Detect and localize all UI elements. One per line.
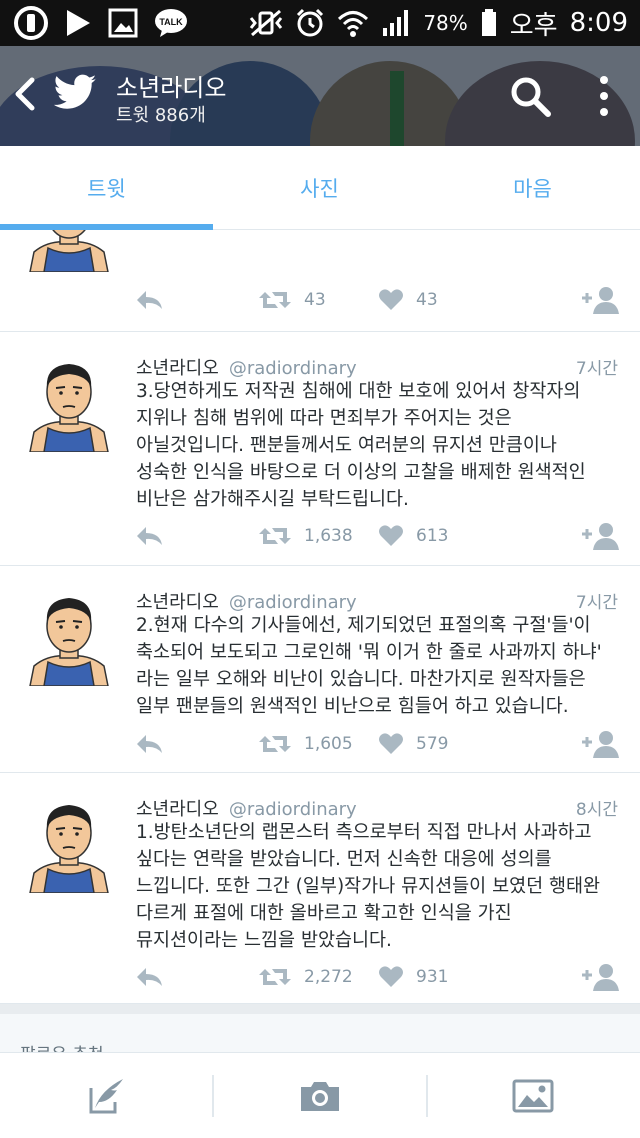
tweet-item[interactable]: 43 43 — [0, 230, 640, 332]
retweet-button[interactable]: 43 — [258, 280, 326, 320]
tweet-actions: 1,605 579 — [0, 724, 640, 764]
more-options-icon[interactable] — [594, 74, 614, 118]
alarm-icon — [297, 8, 324, 37]
like-button[interactable]: 43 — [378, 280, 438, 320]
retweet-icon — [259, 969, 291, 985]
compose-tweet-icon — [89, 1079, 123, 1114]
tweet-author-handle[interactable]: @radiordinary — [229, 358, 357, 379]
retweet-count: 1,638 — [304, 526, 353, 546]
avatar[interactable] — [20, 795, 118, 893]
add-user-icon — [582, 523, 619, 550]
tweet-actions: 1,638 613 — [0, 516, 640, 556]
profile-name: 소년라디오 — [116, 74, 227, 102]
signal-icon — [383, 10, 409, 36]
tweet-feed[interactable]: 43 43 소년라디오 @radiordinary 7시간 3.당연하게도 저작… — [0, 230, 640, 1052]
heart-icon — [379, 966, 403, 987]
u-plus-icon — [14, 6, 48, 40]
bottom-action-bar — [0, 1052, 640, 1138]
tweet-item[interactable]: 소년라디오 @radiordinary 7시간 2.현재 다수의 기사들에선, 제… — [0, 566, 640, 773]
retweet-icon — [259, 528, 291, 544]
like-count: 43 — [416, 290, 438, 310]
search-icon[interactable] — [508, 74, 552, 118]
profile-header: 소년라디오 트윗 886개 — [0, 46, 640, 146]
status-bar: TALK 78% 오후 8:09 — [0, 0, 640, 46]
battery-percent: 78% — [423, 11, 468, 35]
camera-icon — [300, 1082, 339, 1111]
like-count: 931 — [416, 967, 449, 987]
avatar[interactable] — [20, 588, 118, 686]
heart-icon — [379, 289, 403, 310]
status-time: 8:09 — [569, 8, 628, 38]
kakaotalk-icon: TALK — [155, 9, 187, 37]
play-store-icon — [67, 10, 90, 36]
heart-icon — [379, 525, 403, 546]
tweet-author-handle[interactable]: @radiordinary — [229, 799, 357, 820]
like-count: 613 — [416, 526, 449, 546]
tab-likes[interactable]: 마음 — [426, 146, 639, 230]
talk-badge-text: TALK — [159, 17, 183, 27]
twitter-bird-icon — [53, 74, 97, 109]
tab-photos[interactable]: 사진 — [213, 146, 426, 230]
retweet-count: 1,605 — [304, 734, 353, 754]
tweet-text: 2.현재 다수의 기사들에선, 제기되었던 표절의혹 구절'들'이 축소되어 보… — [136, 615, 602, 717]
vibrate-icon — [250, 9, 283, 37]
follow-button[interactable] — [580, 516, 620, 556]
who-to-follow-section: 팔로우 추천 — [0, 1004, 640, 1065]
retweet-button[interactable]: 1,638 — [258, 516, 353, 556]
add-user-icon — [582, 731, 619, 758]
tweet-timestamp: 8시간 — [575, 800, 618, 820]
battery-icon — [481, 9, 496, 36]
gallery-icon — [108, 8, 138, 38]
retweet-icon — [259, 292, 291, 308]
camera-button[interactable] — [213, 1053, 426, 1138]
add-user-icon — [582, 964, 619, 991]
tweet-timestamp: 7시간 — [575, 593, 618, 613]
reply-icon — [137, 735, 162, 753]
like-button[interactable]: 579 — [378, 724, 448, 764]
tweet-actions: 43 43 — [0, 280, 640, 320]
tweet-item[interactable]: 소년라디오 @radiordinary 7시간 3.당연하게도 저작권 침해에 대… — [0, 332, 640, 566]
like-count: 579 — [416, 734, 449, 754]
retweet-button[interactable]: 2,272 — [258, 957, 353, 997]
tweet-timestamp: 7시간 — [575, 359, 618, 379]
retweet-count: 2,272 — [304, 967, 353, 987]
reply-icon — [137, 527, 162, 545]
tweet-author-name[interactable]: 소년라디오 — [136, 592, 219, 613]
tweet-author-name[interactable]: 소년라디오 — [136, 358, 219, 379]
twitter-bird-path — [53, 74, 97, 109]
tweet-item[interactable]: 소년라디오 @radiordinary 8시간 1.방탄소년단의 랩몬스터 측으로… — [0, 773, 640, 1004]
status-ampm: 오후 — [509, 10, 558, 41]
follow-button[interactable] — [580, 724, 620, 764]
retweet-count: 43 — [304, 290, 326, 310]
tweet-text: 1.방탄소년단의 랩몬스터 측으로부터 직접 만나서 사과하고 싶다는 연락을 … — [136, 822, 601, 951]
avatar[interactable] — [20, 354, 118, 452]
reply-button[interactable] — [134, 280, 164, 320]
profile-tabs: 트윗 사진 마음 — [0, 146, 640, 230]
tweet-actions: 2,272 931 — [0, 957, 640, 997]
avatar[interactable] — [20, 230, 118, 272]
reply-button[interactable] — [134, 516, 164, 556]
tweet-author-name[interactable]: 소년라디오 — [136, 799, 219, 820]
tab-tweets[interactable]: 트윗 — [0, 146, 213, 230]
tweet-author-handle[interactable]: @radiordinary — [229, 592, 357, 613]
heart-icon — [379, 733, 403, 754]
reply-icon — [137, 291, 162, 309]
gallery-icon — [512, 1079, 553, 1113]
compose-tweet-button[interactable] — [0, 1053, 213, 1138]
reply-icon — [137, 968, 162, 986]
retweet-icon — [259, 736, 291, 752]
reply-button[interactable] — [134, 957, 164, 997]
reply-button[interactable] — [134, 724, 164, 764]
like-button[interactable]: 931 — [378, 957, 448, 997]
back-arrow-icon[interactable] — [8, 72, 42, 116]
retweet-button[interactable]: 1,605 — [258, 724, 353, 764]
tweet-text: 3.당연하게도 저작권 침해에 대한 보호에 있어서 창작자의 지위나 침해 범… — [136, 381, 586, 510]
follow-button[interactable] — [580, 957, 620, 997]
follow-button[interactable] — [580, 280, 620, 320]
wifi-icon — [338, 11, 369, 37]
gallery-button[interactable] — [426, 1053, 639, 1138]
like-button[interactable]: 613 — [378, 516, 448, 556]
add-user-icon — [582, 287, 619, 314]
tweet-count: 트윗 886개 — [116, 105, 206, 126]
